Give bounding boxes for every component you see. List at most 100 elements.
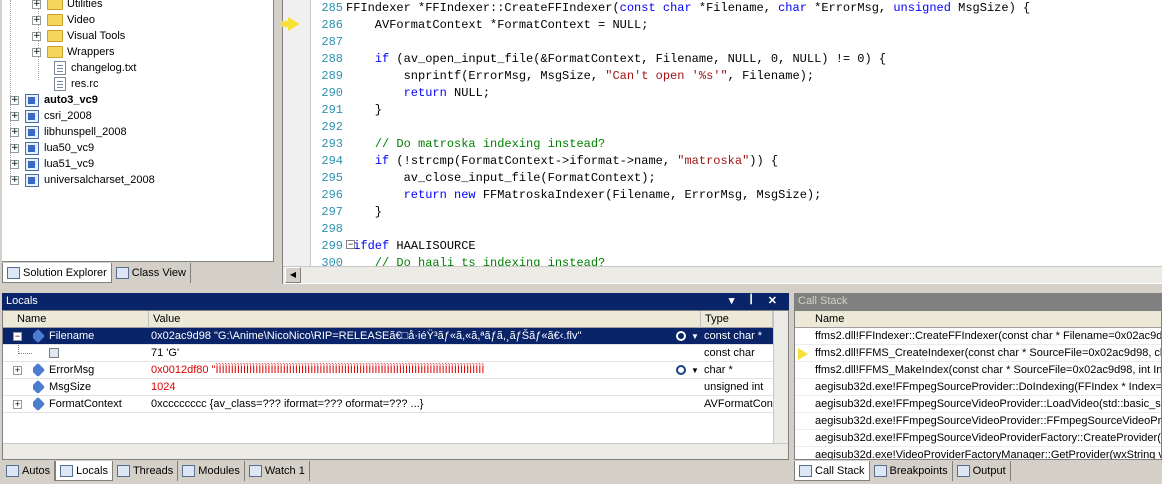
code-line[interactable]: 289 snprintf(ErrorMsg, MsgSize, "Can't o… (313, 68, 814, 85)
expand-icon[interactable]: + (10, 159, 19, 169)
tree-item-res-rc[interactable]: res.rc (52, 76, 99, 92)
expand-icon[interactable]: + (10, 127, 19, 137)
editor-horizontal-scrollbar[interactable]: ◀ (283, 266, 1162, 283)
expand-icon[interactable]: + (32, 0, 41, 9)
visualizer-dropdown-icon[interactable]: ▼ (691, 332, 699, 341)
field-icon (49, 348, 59, 359)
tree-item-csri-2008[interactable]: + csri_2008 (10, 108, 92, 124)
tree-item-video[interactable]: + Video (32, 12, 95, 28)
call-stack-frame[interactable]: aegisub32d.exe!VideoProviderFactoryManag… (795, 447, 1161, 459)
window-controls-icon[interactable]: ▾ ꟾ ✕ (729, 293, 783, 310)
code-line[interactable]: 293 // Do matroska indexing instead? (313, 136, 605, 153)
code-line[interactable]: 294 if (!strcmp(FormatContext->iformat->… (313, 153, 778, 170)
expand-icon[interactable]: + (32, 47, 41, 57)
tab-locals[interactable]: Locals (55, 461, 113, 481)
locals-vertical-scrollbar[interactable] (773, 311, 788, 443)
class-view-icon (115, 267, 129, 279)
tree-item-libhunspell-2008[interactable]: + libhunspell_2008 (10, 124, 127, 140)
var-type: const char * (704, 330, 763, 342)
tree-item-label: auto3_vc9 (44, 94, 98, 106)
call-stack-frame[interactable]: ffms2.dll!FFMS_CreateIndexer(const char … (795, 345, 1161, 362)
expand-icon[interactable]: + (10, 95, 19, 105)
tab-threads[interactable]: Threads (113, 461, 179, 481)
var-value[interactable]: 71 'G' (151, 345, 671, 362)
var-value[interactable]: 0x02ac9d98 "G:\Anime\NicoNico\RIP=RELEAS… (151, 328, 671, 345)
column-header-name[interactable]: Name (3, 311, 149, 328)
panel-title: Locals (6, 295, 38, 307)
tab-watch-1[interactable]: Watch 1 (245, 461, 310, 481)
collapse-icon[interactable]: − (13, 332, 22, 341)
code-line[interactable]: 290 return NULL; (313, 85, 490, 102)
tree-item-universalcharset-2008[interactable]: + universalcharset_2008 (10, 172, 155, 188)
expand-icon[interactable]: + (32, 15, 41, 25)
tab-breakpoints[interactable]: Breakpoints (870, 461, 953, 481)
var-name: FormatContext (49, 398, 122, 410)
code-line[interactable]: 291 } (313, 102, 382, 119)
variable-icon (33, 329, 46, 344)
expand-icon[interactable]: + (13, 400, 22, 409)
tree-item-label: changelog.txt (71, 62, 137, 74)
call-stack-frame[interactable]: aegisub32d.exe!FFmpegSourceVideoProvider… (795, 430, 1161, 447)
code-line[interactable]: 296 return new FFMatroskaIndexer(Filenam… (313, 187, 821, 204)
text-visualizer-icon[interactable] (676, 365, 686, 375)
expand-icon[interactable]: + (10, 143, 19, 153)
outline-collapse-icon[interactable]: − (346, 240, 355, 249)
locals-row-formatcontext[interactable]: + FormatContext 0xcccccccc {av_class=???… (3, 396, 773, 413)
code-editor[interactable]: 285 FFIndexer *FFIndexer::CreateFFIndexer… (282, 0, 1162, 284)
var-value[interactable]: 0x0012df80 "ÌÌÌÌÌÌÌÌÌÌÌÌÌÌÌÌÌÌÌÌÌÌÌÌÌÌÌÌ… (151, 362, 671, 379)
code-token: AVFormatContext *FormatContext = NULL; (346, 18, 649, 32)
var-value[interactable]: 1024 (151, 379, 671, 396)
locals-row-msgsize[interactable]: MsgSize 1024 unsigned int (3, 379, 773, 396)
code-token: char (662, 1, 692, 15)
tab-solution-explorer[interactable]: Solution Explorer (2, 263, 112, 283)
call-stack-frame[interactable]: aegisub32d.exe!FFmpegSourceVideoProvider… (795, 413, 1161, 430)
call-stack-frame[interactable]: ffms2.dll!FFIndexer::CreateFFIndexer(con… (795, 328, 1161, 345)
var-name: MsgSize (49, 381, 92, 393)
code-line[interactable]: 285 FFIndexer *FFIndexer::CreateFFIndexer… (313, 0, 1030, 17)
tree-item-auto3-vc9[interactable]: + auto3_vc9 (10, 92, 98, 108)
code-line[interactable]: 286 AVFormatContext *FormatContext = NUL… (313, 17, 648, 34)
expand-icon[interactable]: + (32, 31, 41, 41)
locals-row-char[interactable]: 71 'G' const char (3, 345, 773, 362)
tree-item-changelog[interactable]: changelog.txt (52, 60, 136, 76)
code-line[interactable]: 292 (313, 119, 346, 136)
code-line[interactable]: 299 #ifdef HAALISOURCE (313, 238, 475, 255)
line-number: 295 (321, 171, 343, 185)
column-header-type[interactable]: Type (701, 311, 773, 328)
indicator-margin[interactable] (282, 0, 311, 266)
tab-autos[interactable]: Autos (2, 461, 56, 481)
locals-horizontal-scrollbar[interactable] (3, 443, 788, 459)
code-line[interactable]: 288 if (av_open_input_file(&FormatContex… (313, 51, 886, 68)
tab-label: Breakpoints (889, 465, 948, 477)
text-visualizer-icon[interactable] (676, 331, 686, 341)
code-line[interactable]: 297 } (313, 204, 382, 221)
tree-item-lua51-vc9[interactable]: + lua51_vc9 (10, 156, 94, 172)
var-value[interactable]: 0xcccccccc {av_class=??? iformat=??? ofo… (151, 396, 671, 413)
expand-icon[interactable]: + (13, 366, 22, 375)
tab-label: Call Stack (815, 464, 865, 477)
expand-icon[interactable]: + (10, 175, 19, 185)
var-name-cell (49, 345, 149, 362)
tree-item-wrappers[interactable]: + Wrappers (32, 44, 114, 60)
call-stack-frame[interactable]: ffms2.dll!FFMS_MakeIndex(const char * So… (795, 362, 1161, 379)
column-header-value[interactable]: Value (149, 311, 701, 328)
tree-item-lua50-vc9[interactable]: + lua50_vc9 (10, 140, 94, 156)
tab-call-stack[interactable]: Call Stack (794, 461, 870, 481)
call-stack-frame[interactable]: aegisub32d.exe!FFmpegSourceVideoProvider… (795, 396, 1161, 413)
tab-class-view[interactable]: Class View (112, 263, 191, 283)
locals-row-errormsg[interactable]: + ErrorMsg 0x0012df80 "ÌÌÌÌÌÌÌÌÌÌÌÌÌÌÌÌÌ… (3, 362, 773, 379)
tree-item-utilities[interactable]: + Utilities (32, 0, 102, 12)
locals-row-filename[interactable]: − Filename 0x02ac9d98 "G:\Anime\NicoNico… (3, 328, 773, 345)
code-line[interactable]: 298 (313, 221, 346, 238)
tree-item-visual-tools[interactable]: + Visual Tools (32, 28, 125, 44)
visualizer-dropdown-icon[interactable]: ▼ (691, 366, 699, 375)
code-line[interactable]: 295 av_close_input_file(FormatContext); (313, 170, 655, 187)
tab-modules[interactable]: Modules (178, 461, 245, 481)
code-line[interactable]: 287 (313, 34, 346, 51)
expand-icon[interactable]: + (10, 111, 19, 121)
tab-label: Watch 1 (264, 465, 305, 477)
tab-output[interactable]: Output (953, 461, 1011, 481)
column-header-name[interactable]: Name (795, 311, 1161, 328)
scroll-left-icon[interactable]: ◀ (285, 267, 301, 283)
call-stack-frame[interactable]: aegisub32d.exe!FFmpegSourceProvider::DoI… (795, 379, 1161, 396)
